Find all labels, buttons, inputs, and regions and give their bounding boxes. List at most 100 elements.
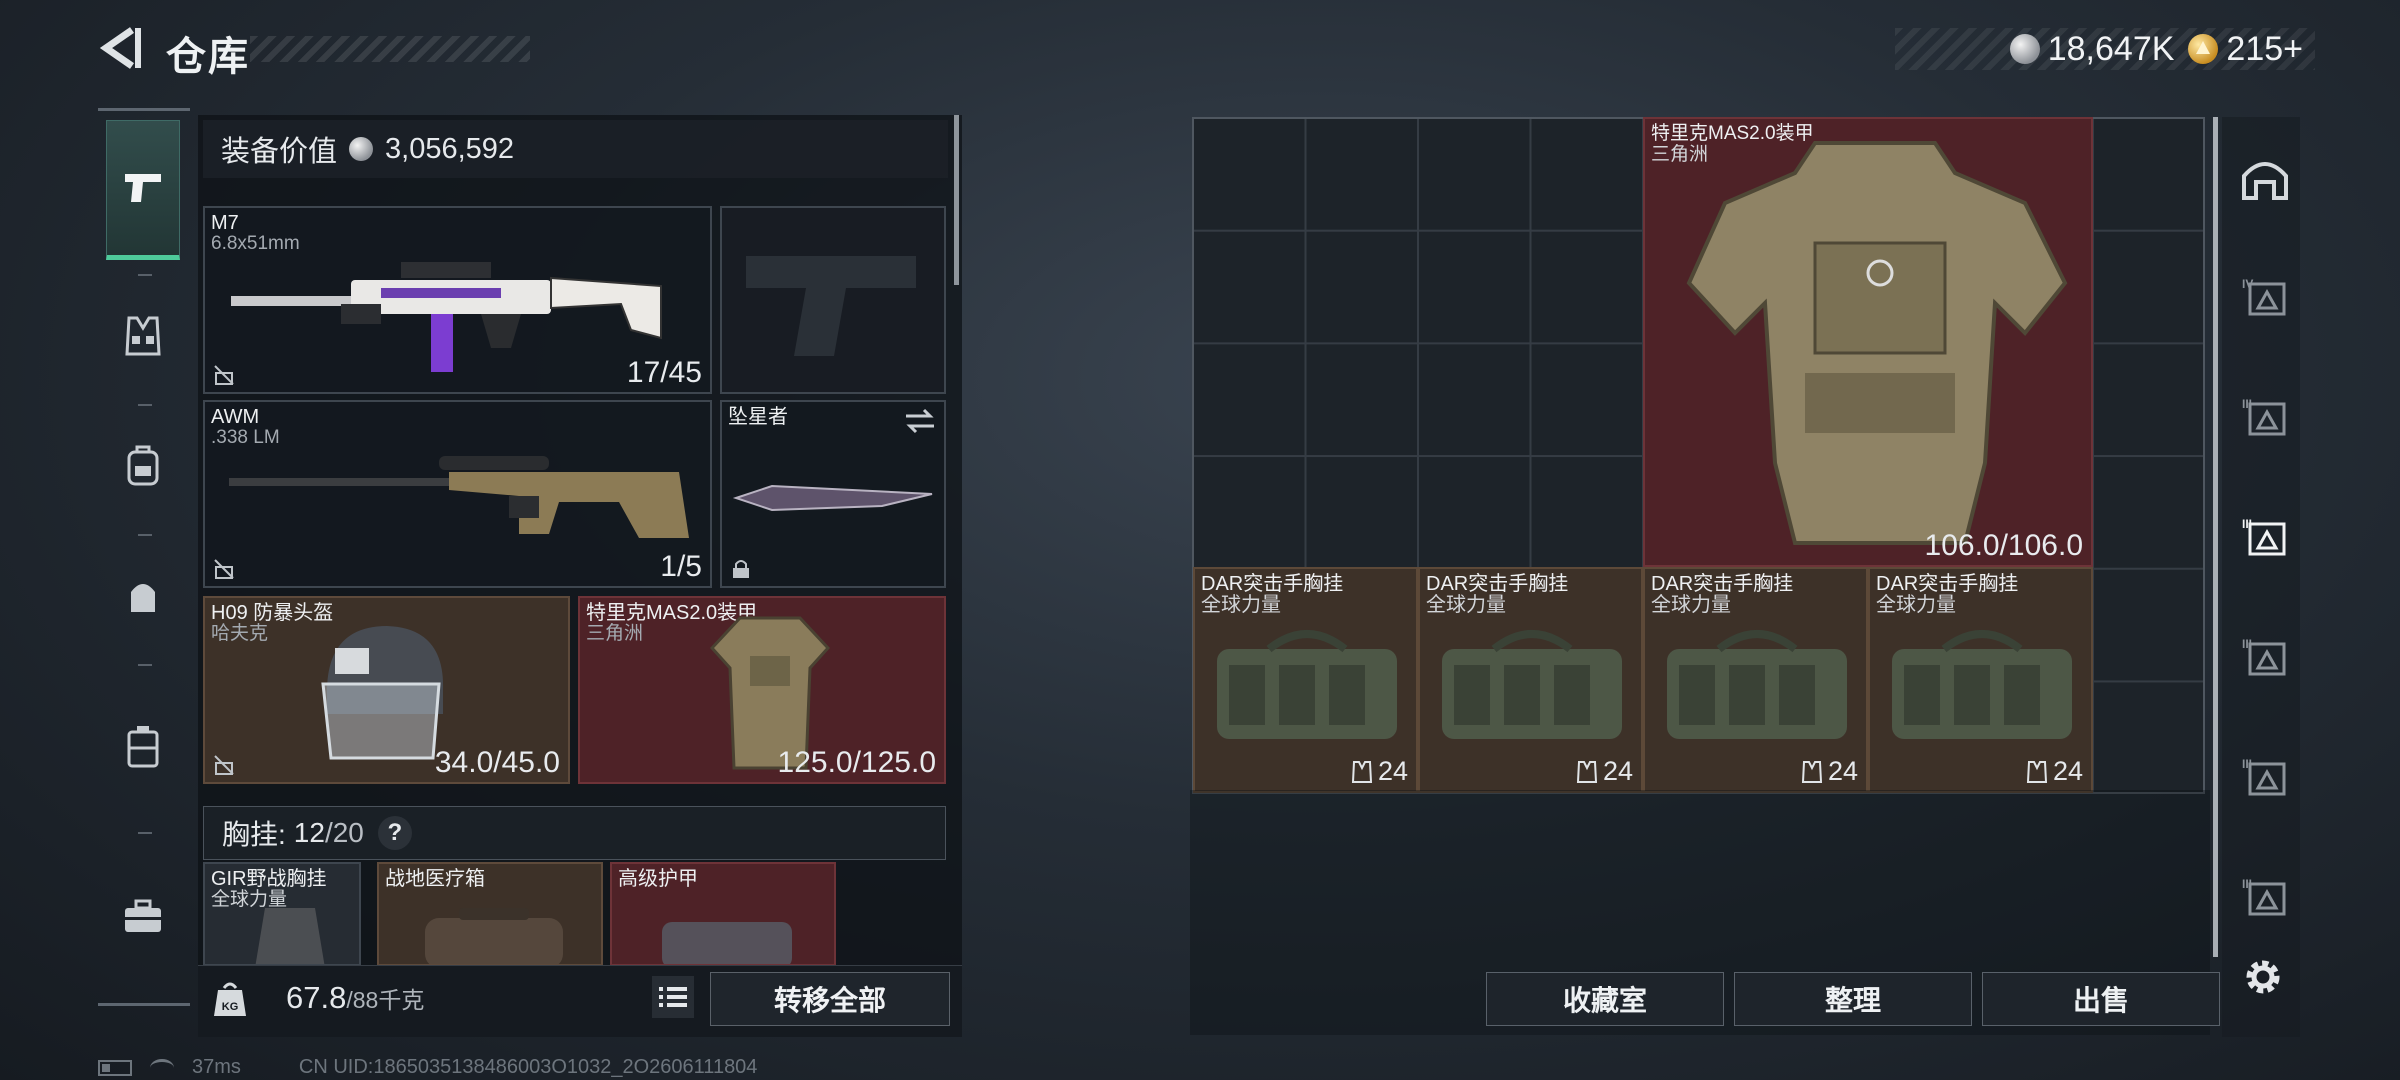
category-vest[interactable]: [106, 276, 180, 396]
chest-rig-small-icon: [2026, 760, 2048, 783]
settings-button[interactable]: [2238, 952, 2288, 1002]
rig-item[interactable]: 战地医疗箱: [377, 862, 603, 966]
svg-text:III: III: [2242, 517, 2252, 531]
equipment-value: 3,056,592: [385, 132, 515, 165]
knife-icon: [732, 484, 933, 512]
category-weapons[interactable]: [106, 120, 180, 260]
chest-rig-header: 胸挂: 12 /20 ?: [203, 806, 946, 860]
equipment-value-label: 装备价值: [221, 136, 338, 168]
transfer-all-button[interactable]: 转移全部: [710, 972, 950, 1026]
carry-weight-value: 67.8: [286, 980, 347, 1015]
stash-tab-3c[interactable]: III: [2240, 632, 2290, 682]
stash-scrollbar[interactable]: [2213, 117, 2218, 957]
gear-icon: [2246, 960, 2280, 994]
sell-button[interactable]: 出售: [1982, 972, 2220, 1026]
stash-rig-item[interactable]: DAR突击手胸挂 全球力量 24: [1193, 567, 1418, 793]
secondary-weapon-slot[interactable]: AWM .338 LM 1/5: [203, 400, 712, 588]
m7-rifle-icon: [231, 262, 662, 372]
crate-level-icon: III: [2242, 397, 2286, 436]
pistol-silhouette-icon: [746, 256, 916, 356]
swap-icon[interactable]: [904, 408, 936, 434]
pouch-icon: [131, 584, 155, 612]
category-pouch[interactable]: [106, 536, 180, 656]
category-backpack[interactable]: [106, 406, 180, 526]
rig-brand: 全球力量: [1426, 594, 1506, 616]
rig-item-name: 高级护甲: [618, 868, 698, 890]
crate-level-icon: III: [2242, 877, 2286, 916]
toolbox-icon: [125, 899, 161, 932]
helmet-durability: 34.0/45.0: [434, 746, 560, 779]
list-icon: [659, 987, 687, 1007]
rig-capacity-value: 24: [1602, 756, 1633, 786]
bunker-icon: [2242, 162, 2288, 200]
sidearm-slot-empty[interactable]: [720, 206, 946, 394]
unlock-icon: [214, 365, 234, 385]
stash-tab-3e[interactable]: III: [2240, 872, 2290, 922]
svg-text:III: III: [2242, 397, 2252, 411]
category-toolbox[interactable]: [106, 836, 180, 996]
stash-rig-item[interactable]: DAR突击手胸挂 全球力量 24: [1643, 567, 1868, 793]
primary-weapon-slot[interactable]: M7 6.8x51mm 17/45: [203, 206, 712, 394]
rig-item-name: 战地医疗箱: [385, 868, 485, 890]
armor-durability: 125.0/125.0: [777, 746, 936, 779]
helmet-brand: 哈夫克: [211, 623, 269, 644]
carry-weight-capacity: /88千克: [346, 987, 425, 1013]
stash-tab-home[interactable]: [2240, 152, 2290, 202]
chest-rig-bag-icon: [1892, 630, 2072, 739]
rig-name: DAR突击手胸挂: [1426, 573, 1569, 595]
body-armor-icon: [1686, 141, 2068, 545]
currency-bar: 18,647K 215+: [1895, 28, 2315, 70]
rig-icon: [255, 908, 325, 964]
armor-slot[interactable]: 特里克MAS2.0装甲 三角洲 125.0/125.0: [578, 596, 946, 784]
crate-level-icon: III: [2242, 517, 2286, 556]
stash-tab-3b-active[interactable]: III: [2240, 512, 2290, 562]
crate-level-icon: III: [2242, 757, 2286, 796]
svg-text:IV: IV: [2242, 277, 2253, 291]
melee-slot[interactable]: 坠星者: [720, 400, 946, 588]
silver-amount: 18,647K: [2047, 29, 2175, 68]
category-container[interactable]: [106, 666, 180, 826]
back-button[interactable]: [96, 22, 146, 74]
rig-brand: 全球力量: [1201, 594, 1281, 616]
chest-rig-used: 12: [293, 817, 325, 848]
rig-capacity: 24: [2026, 756, 2083, 787]
help-icon[interactable]: ?: [377, 816, 412, 850]
case-icon: [127, 726, 159, 768]
chest-rig-bag-icon: [1442, 630, 1622, 739]
chest-rig-label: 胸挂:: [222, 819, 286, 850]
svg-text:III: III: [2242, 637, 2252, 651]
page-title: 仓库: [166, 35, 250, 79]
gold-amount: 215+: [2226, 29, 2303, 68]
rig-item-name: GIR野战胸挂: [211, 868, 327, 890]
rig-item[interactable]: GIR野战胸挂 全球力量: [203, 862, 361, 966]
stash-tab-3d[interactable]: III: [2240, 752, 2290, 802]
weapon-name: M7: [211, 212, 239, 234]
stash-rig-item[interactable]: DAR突击手胸挂 全球力量 24: [1868, 567, 2093, 793]
battery-icon: [98, 1059, 132, 1076]
rig-capacity: 24: [1351, 756, 1408, 787]
rig-capacity-value: 24: [2052, 756, 2083, 786]
silver-currency[interactable]: 18,647K: [2009, 29, 2175, 69]
unlock-icon: [214, 559, 234, 579]
ammo-count: 1/5: [660, 550, 702, 583]
rig-brand: 全球力量: [1651, 594, 1731, 616]
stash-tab-4[interactable]: IV: [2240, 272, 2290, 322]
organize-button[interactable]: 整理: [1734, 972, 1972, 1026]
stash-armor-durability: 106.0/106.0: [1924, 529, 2083, 562]
rig-item[interactable]: 高级护甲: [610, 862, 836, 966]
svg-text:KG: KG: [222, 1001, 239, 1013]
list-view-button[interactable]: [652, 976, 694, 1018]
helmet-slot[interactable]: H09 防暴头盔 哈夫克 34.0/45.0: [203, 596, 570, 784]
stash-tab-3a[interactable]: III: [2240, 392, 2290, 442]
loadout-scrollbar[interactable]: [954, 115, 959, 285]
user-uid: CN UID:1865035138486003O1032_2O260611180…: [298, 1056, 758, 1078]
svg-text:III: III: [2242, 757, 2252, 771]
melee-name: 坠星者: [728, 406, 788, 428]
chest-rig-icon: [125, 316, 161, 356]
stash-rig-item[interactable]: DAR突击手胸挂 全球力量 24: [1418, 567, 1643, 793]
collection-room-button[interactable]: 收藏室: [1486, 972, 1724, 1026]
stash-armor-item[interactable]: 特里克MAS2.0装甲 三角洲 106.0/106.0: [1643, 117, 2093, 567]
ping-value: 37ms: [192, 1056, 241, 1078]
status-bar: 37ms CN UID:1865035138486003O1032_2O2606…: [98, 1056, 757, 1079]
gold-currency[interactable]: 215+: [2188, 30, 2303, 69]
